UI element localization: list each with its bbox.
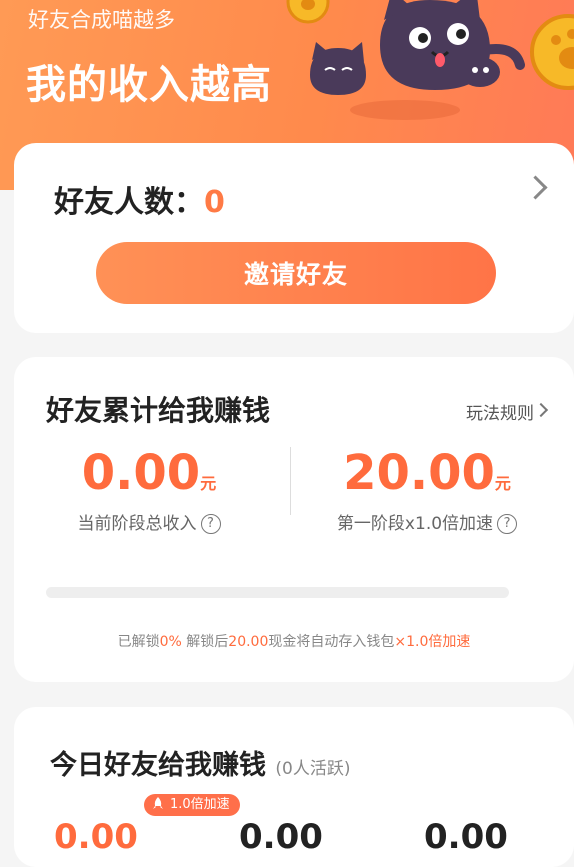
unlock-note-prefix: 已解锁 [117,634,160,650]
current-income-value: 0.00 [81,445,201,501]
chevron-right-icon[interactable] [533,402,549,418]
cat-mascot-illustration [286,0,574,120]
hero-subtitle: 好友合成喵越多 [28,8,175,32]
cumulative-earnings-card: 好友累计给我赚钱 玩法规则 0.00元 当前阶段总收入? 20.00元 第一阶段… [14,357,574,682]
today-value-1: 0.00 [54,817,138,857]
invite-friends-button[interactable]: 邀请好友 [96,242,496,304]
currency-unit: 元 [494,474,511,493]
friends-count-label: 好友人数： [54,185,204,220]
chevron-right-icon[interactable] [523,175,548,200]
unlock-percent: 0% [159,634,182,650]
today-earnings-card: 今日好友给我赚钱 (0人活跃) 1.0倍加速 0.00 0.00 0.00 [14,707,574,867]
speed-boost-label: 1.0倍加速 [170,797,230,812]
unlock-note-suffix: 现金将自动存入钱包 [268,634,395,650]
rocket-icon [153,797,163,809]
stage-target-stat: 20.00元 第一阶段x1.0倍加速? [292,445,562,534]
help-icon[interactable]: ? [497,514,518,534]
friends-count-value: 0 [204,185,225,220]
current-income-stat: 0.00元 当前阶段总收入? [14,445,284,534]
today-earnings-title-text: 今日好友给我赚钱 [50,750,266,781]
hero-title: 我的收入越高 [26,62,272,108]
today-value-3: 0.00 [424,817,508,857]
unlock-note: 已解锁0% 解锁后20.00现金将自动存入钱包×1.0倍加速 [14,631,574,651]
rules-link[interactable]: 玩法规则 [466,399,534,424]
currency-unit: 元 [200,474,217,493]
cumulative-earnings-title: 好友累计给我赚钱 [46,394,271,427]
today-value-2: 0.00 [239,817,323,857]
unlock-boost: ×1.0倍加速 [394,634,471,650]
help-icon[interactable]: ? [200,514,221,534]
today-earnings-title: 今日好友给我赚钱 (0人活跃) [50,743,351,782]
active-friends-count: (0人活跃) [275,759,351,779]
divider [290,447,291,515]
speed-boost-badge: 1.0倍加速 [144,794,240,816]
friends-count-card: 好友人数：0 邀请好友 [14,143,574,333]
stage-target-label: 第一阶段x1.0倍加速 [336,514,494,534]
unlock-progress-bar [46,587,509,598]
current-income-label: 当前阶段总收入 [77,514,197,534]
unlock-amount: 20.00 [228,634,269,650]
friends-count-row[interactable]: 好友人数：0 [54,177,225,221]
unlock-note-middle: 解锁后 [181,634,229,650]
stage-target-value: 20.00 [343,445,495,501]
